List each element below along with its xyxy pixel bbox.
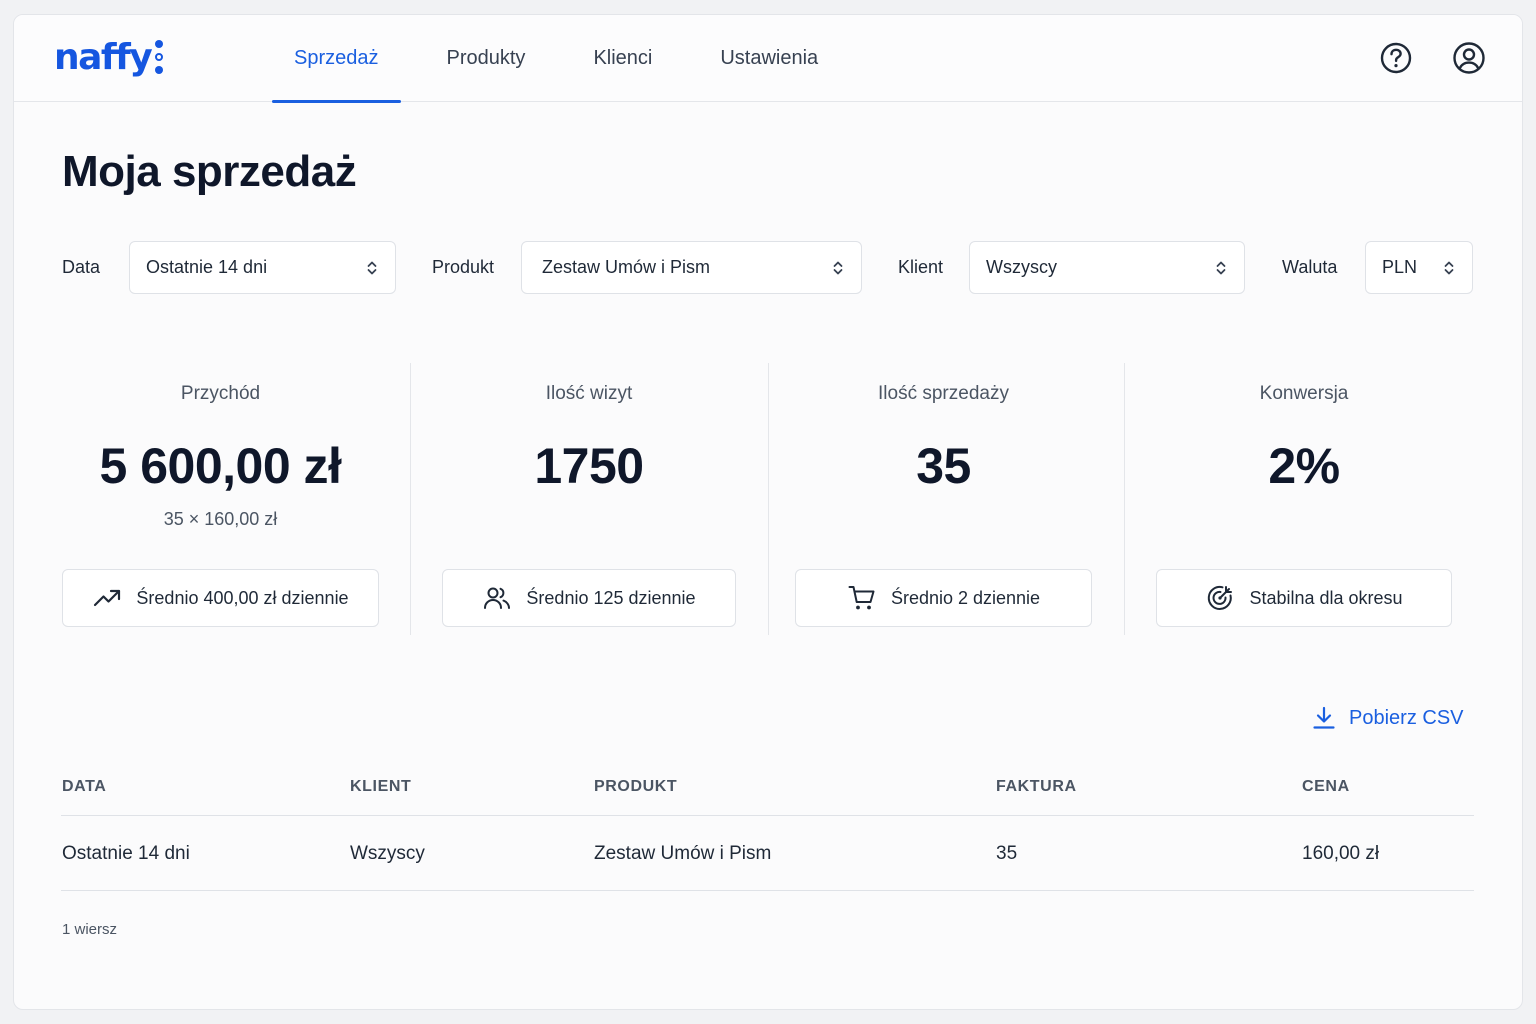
stat-visits-chip: Średnio 125 dziennie [442,569,736,627]
date-filter-label: Data [62,257,101,277]
stat-conversion-chip: Stabilna dla okresu [1156,569,1452,627]
download-csv-button[interactable]: Pobierz CSV [1311,701,1464,735]
stat-visits-label: Ilość wizyt [545,383,633,404]
stat-visits-chip-text: Średnio 125 dziennie [526,587,696,608]
stat-revenue-value: 5 600,00 zł [99,438,342,494]
stat-conversion-label: Konwersja [1259,383,1349,404]
stat-divider [410,363,411,635]
logo-text: naffy [54,36,153,78]
nav-tab-produkty[interactable]: Produkty [425,15,548,102]
download-csv-label: Pobierz CSV [1349,706,1464,729]
stat-divider [1124,363,1125,635]
table-cell: Wszyscy [350,843,425,864]
naffy-logo[interactable]: naffy [54,35,164,79]
currency-select[interactable]: PLN [1365,241,1473,294]
column-header-cena[interactable]: CENA [1302,778,1350,796]
stat-sales: Ilość sprzedaży 35 Średnio 2 dziennie [795,363,1092,635]
currency-select-value: PLN [1382,257,1418,277]
download-icon [1313,706,1335,729]
column-header-klient[interactable]: KLIENT [350,778,411,796]
client-filter-label: Klient [898,257,944,277]
nav-tab-klienci[interactable]: Klienci [571,15,674,102]
chevron-updown-icon [833,261,843,275]
trending-up-icon [94,589,121,607]
users-icon [484,587,511,609]
stat-revenue-chip: Średnio 400,00 zł dziennie [62,569,379,627]
stat-divider [768,363,769,635]
column-header-data[interactable]: DATA [62,778,106,796]
sales-table: DATA KLIENT PRODUKT FAKTURA CENA Ostatni… [61,771,1474,891]
currency-filter-label: Waluta [1282,257,1338,277]
column-header-faktura[interactable]: FAKTURA [996,778,1077,796]
table-cell: Zestaw Umów i Pism [594,843,772,864]
stat-sales-label: Ilość sprzedaży [878,383,1009,404]
stat-revenue-breakdown: 35 × 160,00 zł [163,509,278,529]
page-title: Moja sprzedaż [62,147,357,196]
date-select[interactable]: Ostatnie 14 dni [129,241,396,294]
cart-icon [848,586,875,610]
product-select-value: Zestaw Umów i Pism [542,257,711,277]
user-account-icon[interactable] [1452,41,1486,75]
main-nav: Sprzedaż Produkty Klienci Ustawienia [272,15,864,103]
column-header-produkt[interactable]: PRODUKT [594,778,677,796]
chevron-updown-icon [1216,261,1226,275]
stat-revenue: Przychód 5 600,00 zł 35 × 160,00 zł Śred… [62,363,379,635]
nav-tab-ustawienia[interactable]: Ustawienia [698,15,840,102]
chevron-updown-icon [367,261,377,275]
stat-conversion-chip-text: Stabilna dla okresu [1249,587,1403,608]
client-select-value: Wszyscy [986,257,1057,277]
table-header-row: DATA KLIENT PRODUKT FAKTURA CENA [61,771,1474,816]
top-navigation-bar: naffy Sprzedaż Produkty Klienci Ustawien… [14,15,1522,103]
stat-revenue-label: Przychód [180,383,261,404]
date-select-value: Ostatnie 14 dni [146,257,268,277]
table-cell: 160,00 zł [1302,843,1380,864]
product-select[interactable]: Zestaw Umów i Pism [521,241,862,294]
stat-visits: Ilość wizyt 1750 Średnio 125 dziennie [442,363,736,635]
stat-sales-chip-text: Średnio 2 dziennie [890,587,1041,608]
app-window: naffy Sprzedaż Produkty Klienci Ustawien… [13,14,1523,1010]
stat-conversion: Konwersja 2% Stabilna dla okresu [1156,363,1452,635]
product-filter-label: Produkt [432,257,495,277]
stat-visits-value: 1750 [534,438,644,494]
table-row-count: 1 wiersz [62,921,118,938]
stat-sales-chip: Średnio 2 dziennie [795,569,1092,627]
logo-dots-icon [155,40,164,74]
stat-revenue-chip-text: Średnio 400,00 zł dziennie [136,587,349,608]
nav-tab-sprzedaz[interactable]: Sprzedaż [272,15,401,103]
table-cell: 35 [996,843,1018,864]
stat-conversion-value: 2% [1268,438,1340,494]
table-row[interactable]: Ostatnie 14 dni Wszyscy Zestaw Umów i Pi… [61,816,1474,891]
stat-sales-value: 35 [916,438,971,494]
chevron-updown-icon [1444,261,1454,275]
client-select[interactable]: Wszyscy [969,241,1245,294]
help-icon[interactable] [1379,41,1413,75]
table-cell: Ostatnie 14 dni [62,843,190,864]
target-icon [1208,585,1233,610]
